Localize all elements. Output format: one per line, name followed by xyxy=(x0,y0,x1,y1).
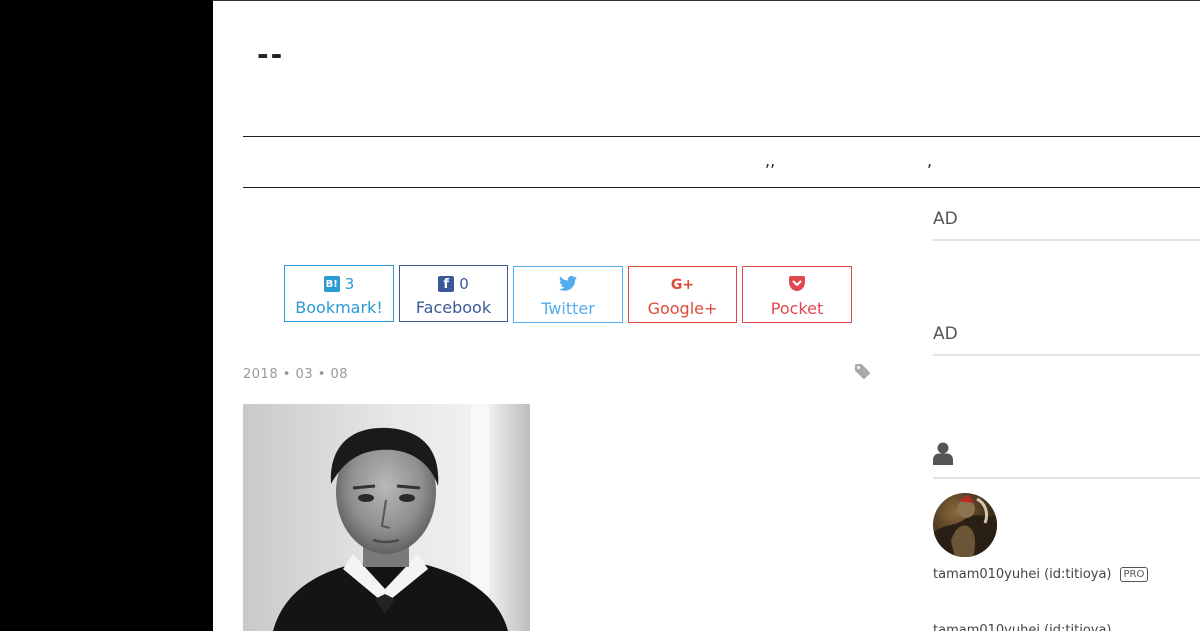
profile-name[interactable]: tamam010yuhei (id:titioya) PRO xyxy=(933,567,1149,582)
facebook-share-button[interactable]: f 0 Facebook xyxy=(399,265,508,322)
nav-text-fragment[interactable]: ,, xyxy=(765,153,775,169)
google-plus-share-button[interactable]: G+ Google+ xyxy=(628,266,737,323)
google-plus-label: Google+ xyxy=(647,299,718,318)
sidebar-ad-heading: AD xyxy=(933,201,1200,241)
bookmark-label: Bookmark! xyxy=(295,298,383,317)
facebook-icon: f xyxy=(438,276,455,292)
google-plus-icon: G+ xyxy=(670,277,695,293)
blog-title[interactable]: -- xyxy=(257,35,284,75)
pocket-label: Pocket xyxy=(770,299,824,318)
entry-photo[interactable] xyxy=(243,404,530,631)
sidebar-ad-heading: AD xyxy=(933,316,1200,356)
nav-text-fragment[interactable]: , xyxy=(927,153,932,169)
facebook-count: 0 xyxy=(459,275,469,293)
hatena-bookmark-icon: B! xyxy=(323,276,340,292)
hatena-bookmark-button[interactable]: B! 3 Bookmark! xyxy=(284,265,394,322)
twitter-label: Twitter xyxy=(541,299,595,318)
pocket-share-button[interactable]: Pocket xyxy=(742,266,852,323)
avatar[interactable] xyxy=(933,493,997,557)
profile-heading xyxy=(933,439,1200,479)
twitter-bird-icon xyxy=(559,275,577,295)
facebook-label: Facebook xyxy=(415,298,492,317)
entry-date[interactable]: 2018 • 03 • 08 xyxy=(243,367,348,382)
user-icon xyxy=(933,442,953,470)
bookmark-count: 3 xyxy=(344,275,355,293)
global-nav-bar: ,, , xyxy=(243,136,1200,188)
blog-page: -- ,, , B! 3 Bookmark! f 0 Facebook Twit… xyxy=(213,0,1200,631)
pro-badge: PRO xyxy=(1119,567,1149,582)
twitter-share-button[interactable]: Twitter xyxy=(513,266,623,323)
tag-icon xyxy=(855,364,870,383)
pocket-icon xyxy=(789,275,805,295)
